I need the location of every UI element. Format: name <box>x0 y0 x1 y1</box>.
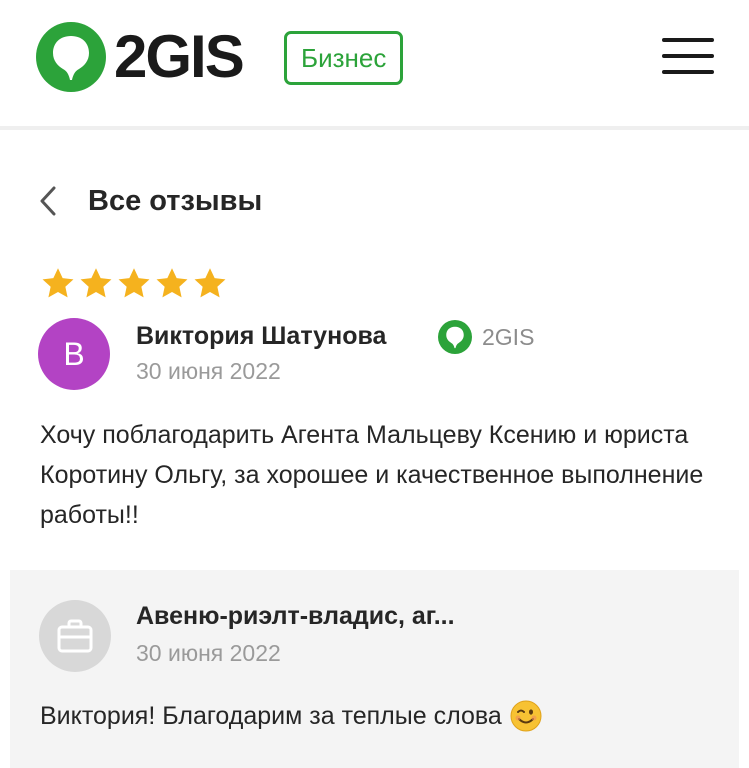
rating-stars <box>40 266 228 304</box>
author-name[interactable]: Виктория Шатунова <box>136 320 386 352</box>
hamburger-menu-icon[interactable] <box>662 36 714 76</box>
winking-face-emoji-icon <box>510 700 542 732</box>
star-icon <box>118 268 150 298</box>
2gis-logo-icon[interactable] <box>36 22 106 92</box>
review-date: 30 июня 2022 <box>136 358 281 384</box>
star-icon <box>42 268 74 298</box>
company-avatar[interactable] <box>39 600 111 672</box>
reply-text: Виктория! Благодарим за теплые слова <box>40 702 502 730</box>
star-icon <box>156 268 188 298</box>
company-name[interactable]: Авеню-риэлт-владис, аг... <box>136 600 455 632</box>
reply-date: 30 июня 2022 <box>136 640 281 666</box>
reply-text-row: Виктория! Благодарим за теплые слова <box>40 698 542 734</box>
company-reply: Авеню-риэлт-владис, аг... 30 июня 2022 В… <box>10 570 739 768</box>
review-text: Хочу поблагодарить Агента Мальцеву Ксени… <box>40 421 704 529</box>
source-label: 2GIS <box>482 324 535 350</box>
briefcase-icon <box>57 619 93 653</box>
2gis-source-icon <box>438 320 472 354</box>
app-header: 2GIS Бизнес <box>0 0 749 130</box>
logo-wordmark[interactable]: 2GIS <box>114 24 245 90</box>
back-label: Все отзывы <box>88 185 263 217</box>
review-source: 2GIS <box>438 320 534 354</box>
star-icon <box>194 268 226 298</box>
chevron-left-icon <box>40 186 56 216</box>
star-icon <box>80 268 112 298</box>
business-badge[interactable]: Бизнес <box>284 31 404 85</box>
author-avatar[interactable]: В <box>38 318 110 390</box>
